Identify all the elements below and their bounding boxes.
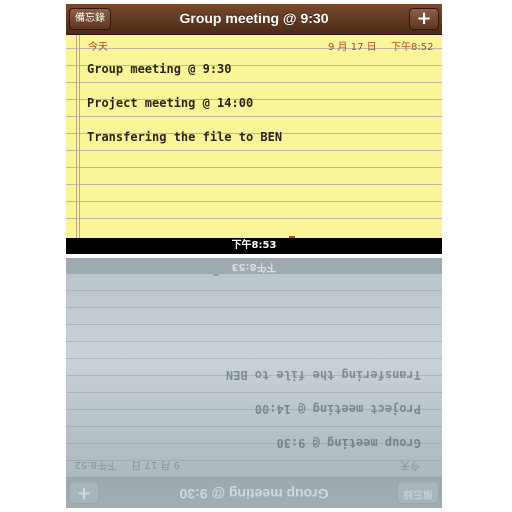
reflected-add-button: +: [69, 482, 99, 504]
reflected-note-paper: 今天 9 月 17 日 下午8:52 Group meeting @ 9:30 …: [66, 258, 442, 477]
title-bar: 備忘錄 Group meeting @ 9:30 +: [66, 4, 442, 35]
reflected-note-line: Group meeting @ 9:30: [276, 436, 422, 450]
notes-screen: 備忘錄 Group meeting @ 9:30 + 今天 9 月 17 日 下…: [66, 4, 442, 254]
reflected-note-line: Transfering the file to BEN: [225, 368, 421, 382]
note-date: 9 月 17 日: [328, 42, 377, 53]
reflected-title-bar: 備忘錄 Group meeting @ 9:30 +: [66, 477, 442, 508]
reflected-screen: 備忘錄 Group meeting @ 9:30 + 今天 9 月 17 日 下…: [66, 258, 442, 508]
add-note-button[interactable]: +: [409, 8, 439, 30]
note-line[interactable]: Group meeting @ 9:30: [87, 62, 232, 76]
note-paper[interactable]: 今天 9 月 17 日 下午8:52 Group meeting @ 9:30 …: [66, 35, 442, 254]
today-label: 今天: [88, 42, 108, 53]
reflected-note-title: Group meeting @ 9:30: [179, 486, 329, 502]
reflected-date: 9 月 17 日: [131, 459, 180, 470]
note-time: 下午8:52: [391, 42, 434, 53]
reflected-today-label: 今天: [400, 459, 420, 470]
screen-reflection: 備忘錄 Group meeting @ 9:30 + 今天 9 月 17 日 下…: [66, 258, 442, 508]
status-bar-time: 下午8:53: [66, 238, 442, 254]
reflected-time: 下午8:52: [74, 459, 117, 470]
note-line[interactable]: Transfering the file to BEN: [87, 130, 282, 144]
note-line[interactable]: Project meeting @ 14:00: [87, 96, 253, 110]
note-title: Group meeting @ 9:30: [179, 10, 329, 26]
reflected-note-line: Project meeting @ 14:00: [254, 402, 421, 416]
reflected-date-row: 今天 9 月 17 日 下午8:52: [66, 459, 442, 474]
reflected-status-bar: 下午8:53: [66, 258, 442, 274]
note-date-row: 今天 9 月 17 日 下午8:52: [66, 38, 442, 53]
